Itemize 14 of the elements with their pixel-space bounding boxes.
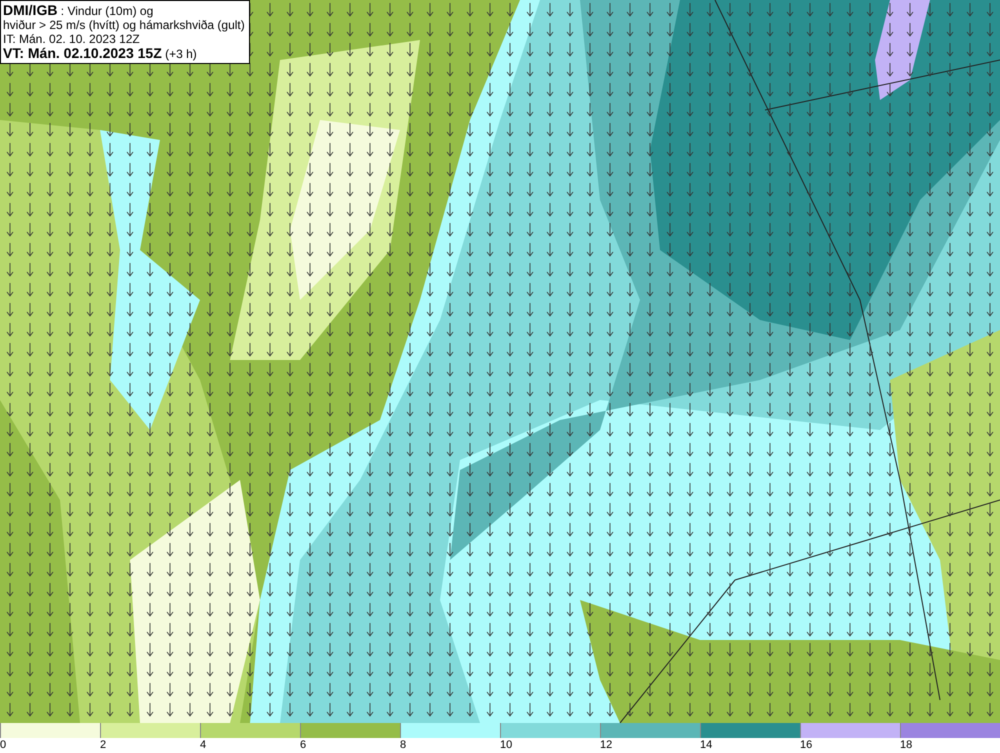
legend-label: 14 — [700, 738, 712, 752]
legend-label: 6 — [300, 738, 306, 752]
legend-label: 10 — [500, 738, 512, 752]
title-line: IT: Mán. 02. 10. 2023 12Z — [3, 32, 141, 46]
legend-label: 4 — [200, 738, 206, 752]
legend-label: 0 — [0, 738, 6, 752]
title-line: hviður > 25 m/s (hvítt) og hámarkshviða (gult) — [3, 18, 245, 32]
legend-label: 2 — [100, 738, 106, 752]
legend-label: 16 — [800, 738, 812, 752]
legend-label: 12 — [600, 738, 612, 752]
legend-label: 8 — [400, 738, 406, 752]
title-line: DMI/IGB : Vindur (10m) og — [3, 3, 154, 18]
title-line: VT: Mán. 02.10.2023 15Z (+3 h) — [3, 46, 198, 61]
legend-label: 18 — [900, 738, 912, 752]
